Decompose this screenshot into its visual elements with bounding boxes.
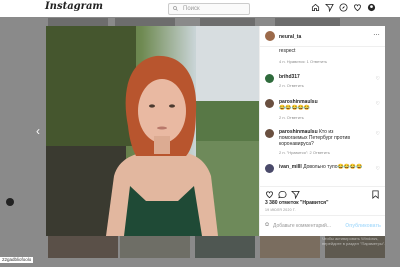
comment-icon[interactable] [278, 190, 287, 199]
instagram-logo[interactable]: Instagram [45, 1, 103, 12]
comment-meta[interactable]: 2 н. Ответить [279, 83, 304, 88]
explore-icon[interactable] [339, 3, 348, 12]
comment-username[interactable]: ivan_milll [279, 164, 302, 170]
share-icon[interactable] [291, 190, 300, 199]
comment-body: paroshinmaulsu Кто из помогаемых Петербу… [279, 129, 359, 147]
feed-thumbnail[interactable] [48, 18, 108, 26]
comment-text: 😂😂😂😂😂 [279, 105, 311, 111]
image-credit: 22gadbliofoolo [0, 257, 34, 263]
feed-thumbnail[interactable] [275, 18, 340, 26]
emoji-icon[interactable]: ☺ [264, 222, 270, 228]
comment-meta[interactable]: 2 н. "Нравится": 2 Ответить [279, 150, 330, 155]
nav-icons [311, 3, 376, 12]
commenter-avatar[interactable] [265, 74, 274, 83]
direct-icon[interactable] [325, 3, 334, 12]
previous-arrow-icon[interactable]: ‹ [36, 124, 40, 138]
commenter-avatar[interactable] [265, 129, 274, 138]
comment-meta[interactable]: 2 н. Ответить [279, 115, 304, 120]
feed-thumbnail[interactable] [200, 18, 255, 26]
author-avatar[interactable] [265, 31, 275, 41]
likes-number: 3 380 [265, 200, 278, 206]
post-modal: neural_ta … respect 4 н. Нравится: 1 Отв… [46, 26, 385, 236]
post-header: neural_ta … [260, 26, 385, 47]
feed-thumbnail[interactable] [120, 236, 190, 258]
post-image [46, 26, 259, 236]
more-options-icon[interactable]: … [373, 30, 380, 37]
windows-activation-text: Чтобы активировать Windows, перейдите в … [322, 236, 386, 246]
comment-like-icon[interactable]: ♡ [376, 131, 380, 137]
likes-label: отметок "Нравится" [278, 200, 329, 206]
post-photo[interactable] [46, 26, 259, 236]
commenter-avatar[interactable] [265, 164, 274, 173]
camera-icon[interactable] [6, 198, 14, 206]
commenter-avatar[interactable] [265, 99, 274, 108]
comment-body: ivan_milll Довольно тупо😂😂😂😂 [279, 164, 367, 170]
comment-text: Довольно тупо😂😂😂😂 [303, 164, 363, 170]
post-sidebar: neural_ta … respect 4 н. Нравится: 1 Отв… [259, 26, 385, 236]
feed-thumbnail[interactable] [195, 236, 255, 258]
likes-count[interactable]: 3 380 отметок "Нравится" [265, 200, 328, 206]
search-input[interactable]: Поиск [168, 3, 250, 15]
search-placeholder: Поиск [183, 6, 200, 12]
caption-meta[interactable]: 4 н. Нравится: 1 Ответить [279, 59, 327, 64]
feed-thumbnail[interactable] [260, 236, 320, 258]
comment-like-icon[interactable]: ♡ [376, 76, 380, 82]
feed-thumbnail[interactable] [115, 18, 175, 26]
post-actions [260, 186, 385, 199]
feed-thumbnail[interactable] [48, 236, 118, 258]
profile-icon[interactable] [367, 3, 376, 12]
search-icon [173, 6, 178, 11]
caption-text: respect [279, 48, 296, 54]
comment-like-icon[interactable]: ♡ [376, 166, 380, 172]
author-username[interactable]: neural_ta [279, 34, 301, 40]
top-navigation-bar: Instagram Поиск [0, 0, 400, 18]
like-icon[interactable] [265, 190, 274, 199]
windows-activation-title: Активация Windows [322, 228, 373, 234]
bookmark-icon[interactable] [371, 190, 380, 199]
home-icon[interactable] [311, 3, 320, 12]
comment-username[interactable]: brihd317 [279, 74, 300, 80]
post-date: 19 ИЮЛЯ 2020 Г. [265, 208, 296, 212]
comment-like-icon[interactable]: ♡ [376, 101, 380, 107]
heart-icon[interactable] [353, 3, 362, 12]
